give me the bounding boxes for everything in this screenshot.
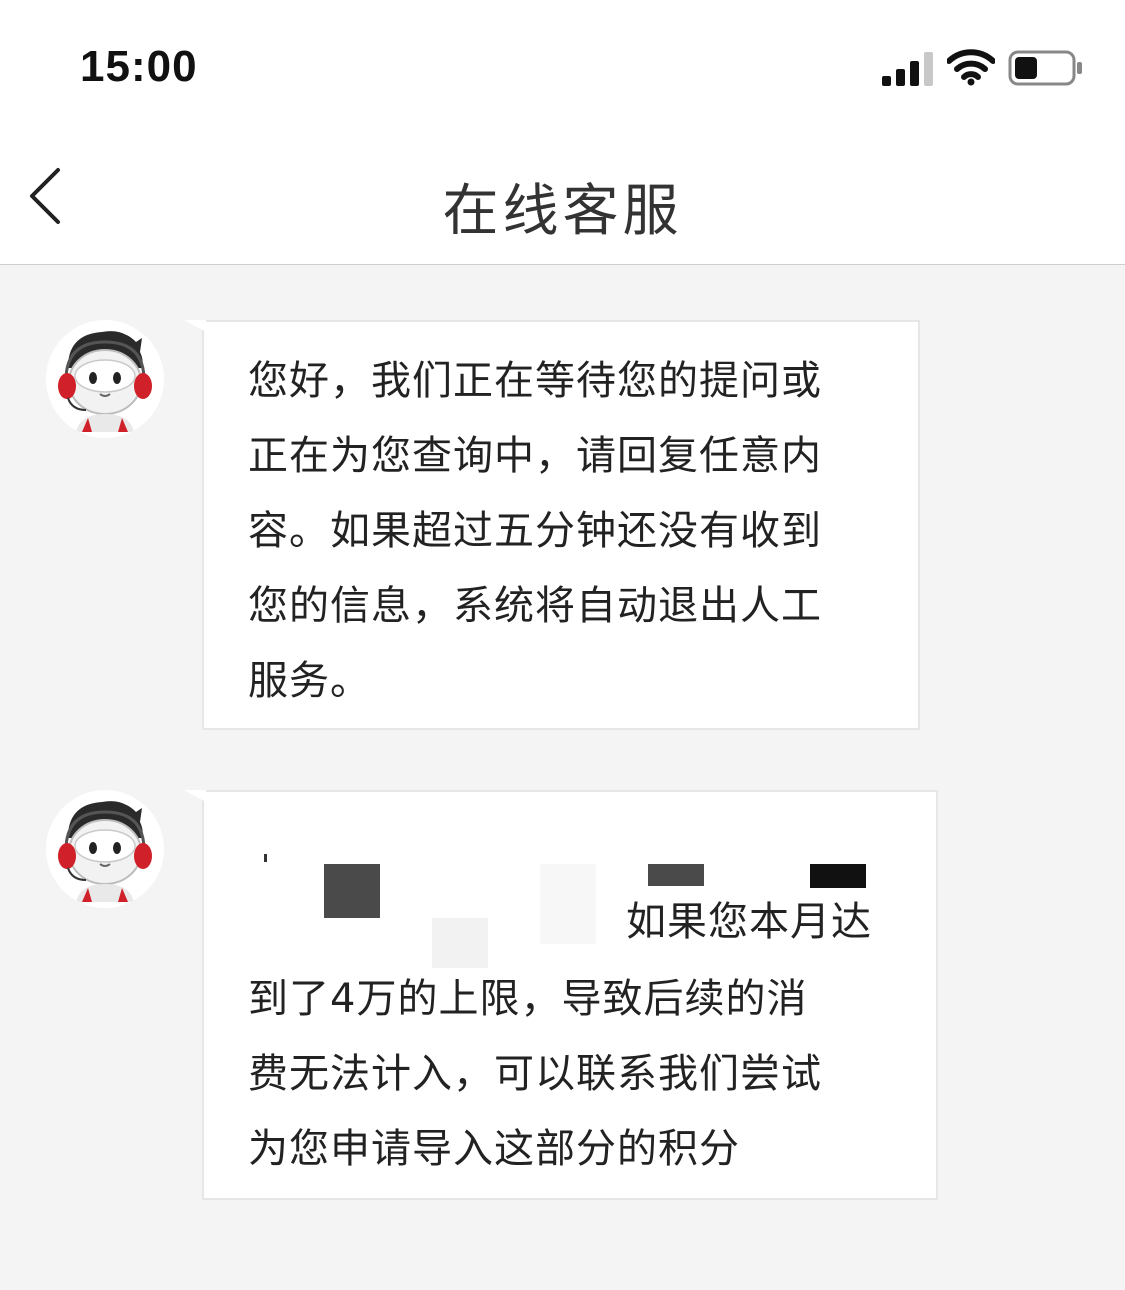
message-bubble[interactable]: 您好，我们正在等待您的提问或 正在为您查询中，请回复任意内 容。如果超过五分钟还… (184, 320, 920, 730)
message-bubble[interactable]: 如果您本月达 到了4万的上限，导致后续的消 费无法计入，可以联系我们尝试 为您申… (184, 790, 938, 1200)
message-text-first-line: 如果您本月达 (626, 899, 872, 945)
customer-service-robot-avatar (46, 320, 164, 438)
status-time: 15:00 (80, 42, 198, 91)
status-bar: 15:00 (0, 0, 1125, 130)
cellular-signal-icon (882, 52, 933, 86)
redaction-block (810, 864, 866, 888)
message-text: 到了4万的上限，导致后续的消 费无法计入，可以联系我们尝试 为您申请导入这部分的… (248, 976, 822, 1172)
redaction-block (648, 864, 704, 886)
wifi-icon (947, 49, 995, 86)
message-text: 您好，我们正在等待您的提问或 正在为您查询中，请回复任意内 容。如果超过五分钟还… (248, 358, 822, 704)
page-title: 在线客服 (442, 179, 683, 244)
battery-icon (1008, 50, 1082, 86)
agent-avatar[interactable] (46, 790, 164, 908)
nav-bar: 在线客服 (0, 130, 1125, 265)
redaction-block (432, 918, 488, 968)
bubble-tail (184, 790, 206, 802)
agent-avatar[interactable] (46, 320, 164, 438)
customer-service-robot-avatar (46, 790, 164, 908)
redaction-block (324, 864, 380, 918)
redaction-block (540, 864, 596, 944)
redaction-block (264, 854, 267, 862)
chat-area[interactable]: 您好，我们正在等待您的提问或 正在为您查询中，请回复任意内 容。如果超过五分钟还… (0, 265, 1125, 1290)
bubble-tail (184, 320, 206, 332)
